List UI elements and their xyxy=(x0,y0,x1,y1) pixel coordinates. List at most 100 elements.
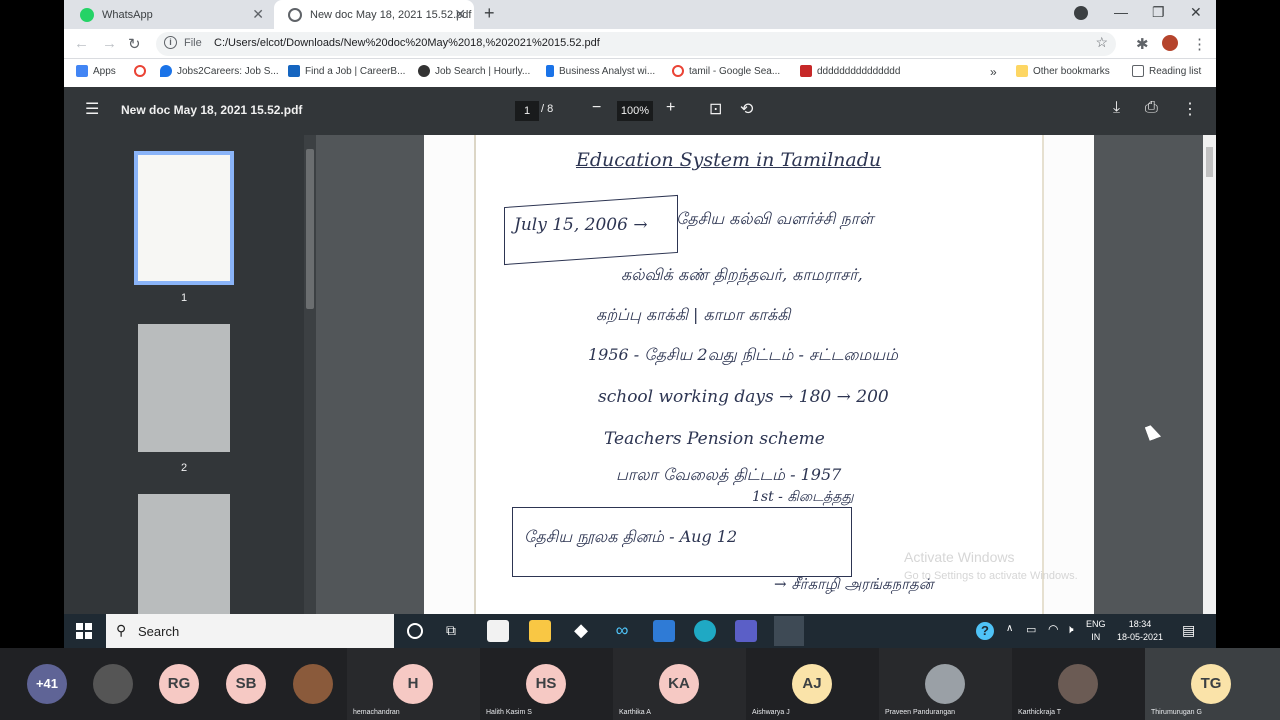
participant-tile[interactable]: KA Karthika A xyxy=(613,648,746,720)
close-window-button[interactable]: ✕ xyxy=(1190,4,1202,21)
clock[interactable]: 18:34 18-05-2021 xyxy=(1116,618,1164,644)
more-options-icon[interactable]: ⋮ xyxy=(1182,99,1198,119)
page-scrollbar[interactable] xyxy=(1203,135,1216,614)
doc-line: July 15, 2006 → xyxy=(514,215,648,235)
search-icon: ⚲ xyxy=(116,622,127,638)
whatsapp-icon xyxy=(80,7,94,22)
zoom-level[interactable]: 100% xyxy=(617,101,653,121)
close-tab-icon[interactable]: ✕ xyxy=(252,6,264,23)
zoom-out-icon[interactable]: − xyxy=(592,99,601,117)
scheme-label: File xyxy=(184,37,202,49)
taskbar-search[interactable]: ⚲ Search xyxy=(106,614,394,648)
participant-tile[interactable]: AJ Aishwarya J xyxy=(746,648,879,720)
bookmark-apps[interactable]: Apps xyxy=(76,65,116,77)
minimize-button[interactable]: — xyxy=(1114,4,1128,20)
more-bookmarks-chevron[interactable]: » xyxy=(990,65,997,79)
url-text[interactable]: C:/Users/elcot/Downloads/New%20doc%20May… xyxy=(214,37,600,49)
bookmark-item[interactable]: Job Search | Hourly... xyxy=(418,65,530,77)
bookmark-item[interactable]: Jobs2Careers: Job S... xyxy=(160,65,279,77)
avatar: AJ xyxy=(792,664,832,704)
new-tab-button[interactable]: + xyxy=(484,3,495,24)
task-view-icon[interactable]: ⧉ xyxy=(446,622,456,639)
tab-whatsapp[interactable]: WhatsApp ✕ xyxy=(66,0,272,29)
cortana-icon[interactable] xyxy=(407,623,423,639)
participant-tile[interactable]: HS Halith Kasim S xyxy=(480,648,613,720)
language-indicator[interactable]: ENG IN xyxy=(1086,618,1106,644)
participant-tile[interactable]: TG Thirumurugan G xyxy=(1145,648,1280,720)
back-icon[interactable]: ← xyxy=(74,35,89,52)
bookmark-item[interactable]: ddddddddddddddd xyxy=(800,65,900,77)
participant-name: Karthika A xyxy=(619,709,651,716)
bookmark-item[interactable]: tamil - Google Sea... xyxy=(672,65,780,77)
rotate-icon[interactable]: ⟲ xyxy=(740,99,753,119)
avatar[interactable]: RG xyxy=(159,664,199,704)
thumbnail-page-2[interactable] xyxy=(138,324,230,452)
file-explorer-icon[interactable] xyxy=(529,620,551,642)
participant-tile[interactable]: Karthickraja T xyxy=(1012,648,1145,720)
profile-menu-icon[interactable] xyxy=(1074,6,1088,20)
maximize-button[interactable]: ❐ xyxy=(1152,4,1165,21)
activate-windows-subtitle: Go to Settings to activate Windows. xyxy=(904,570,1078,582)
avatar[interactable] xyxy=(1162,35,1178,51)
store-icon[interactable] xyxy=(487,620,509,642)
print-icon[interactable]: ⎙ xyxy=(1145,99,1158,117)
bookmark-item[interactable] xyxy=(134,65,151,77)
bookmark-item[interactable]: Find a Job | CareerB... xyxy=(288,65,405,77)
lang-code: ENG xyxy=(1086,619,1106,629)
tab-label: WhatsApp xyxy=(102,8,153,21)
close-tab-icon[interactable]: ✕ xyxy=(454,6,466,23)
page-number-input[interactable]: 1 xyxy=(515,101,539,121)
omnibox[interactable]: i File C:/Users/elcot/Downloads/New%20do… xyxy=(156,32,1116,56)
fit-page-icon[interactable]: ⊡ xyxy=(709,99,722,119)
participant-tile[interactable]: H hemachandran xyxy=(347,648,480,720)
dropbox-icon[interactable]: ◆ xyxy=(570,620,592,642)
avatar: H xyxy=(393,664,433,704)
zoom-in-icon[interactable]: + xyxy=(666,99,675,117)
bookmark-label: Reading list xyxy=(1149,65,1202,77)
avatar[interactable] xyxy=(93,664,133,704)
participant-name: Aishwarya J xyxy=(752,709,790,716)
avatar xyxy=(925,664,965,704)
volume-icon[interactable]: 🕨 xyxy=(1066,622,1074,637)
folder-icon xyxy=(1016,65,1028,77)
tab-pdf[interactable]: New doc May 18, 2021 15.52.pdf ✕ xyxy=(274,0,474,29)
participant-tile[interactable]: Praveen Pandurangan xyxy=(879,648,1012,720)
tray-chevron-icon[interactable]: ∧ xyxy=(1006,623,1013,634)
doc-line: 1956 - தேசிய 2வது நிட்டம் - சட்டமையம் xyxy=(588,345,898,364)
menu-kebab-icon[interactable]: ⋮ xyxy=(1192,35,1207,53)
notification-icon[interactable]: ▤ xyxy=(1182,622,1195,639)
reading-list[interactable]: Reading list xyxy=(1132,65,1201,77)
mouse-cursor-icon xyxy=(1144,423,1162,441)
hamburger-menu-icon[interactable]: ☰ xyxy=(85,99,99,119)
info-icon[interactable]: i xyxy=(164,36,177,49)
bookmark-star-icon[interactable]: ☆ xyxy=(1095,34,1108,51)
edge-icon[interactable] xyxy=(694,620,716,642)
forward-icon[interactable]: → xyxy=(102,35,117,52)
infinity-icon[interactable]: ∞ xyxy=(611,620,633,642)
thumbnail-page-1[interactable] xyxy=(134,151,234,285)
extensions-icon[interactable]: ✱ xyxy=(1136,35,1149,53)
more-participants-count[interactable]: +41 xyxy=(27,664,67,704)
pdf-toolbar: ☰ New doc May 18, 2021 15.52.pdf 1 / 8 −… xyxy=(64,87,1216,135)
windows-start-icon[interactable] xyxy=(76,623,92,639)
avatar[interactable]: SB xyxy=(226,664,266,704)
chrome-icon[interactable] xyxy=(774,616,804,646)
clock-time: 18:34 xyxy=(1128,619,1152,629)
scroll-thumb[interactable] xyxy=(306,149,314,309)
thumbnail-page-3[interactable] xyxy=(138,494,230,614)
teams-icon[interactable] xyxy=(735,620,757,642)
thumbnail-sidebar: 1 2 xyxy=(64,135,316,614)
download-icon[interactable]: ⤓ xyxy=(1113,99,1120,117)
battery-icon[interactable]: ▭ xyxy=(1026,623,1036,636)
bookmark-item[interactable]: Business Analyst wi... xyxy=(546,65,655,77)
sidebar-scrollbar[interactable] xyxy=(304,135,316,614)
apps-grid-icon xyxy=(76,65,88,77)
bookmark-label: Find a Job | CareerB... xyxy=(305,65,406,77)
other-bookmarks[interactable]: Other bookmarks xyxy=(1016,65,1110,77)
reload-icon[interactable]: ↻ xyxy=(128,35,141,53)
avatar[interactable] xyxy=(293,664,333,704)
mail-icon[interactable] xyxy=(653,620,675,642)
scroll-thumb[interactable] xyxy=(1206,147,1213,177)
help-icon[interactable]: ? xyxy=(976,622,994,640)
wifi-icon[interactable]: ◠ xyxy=(1048,622,1058,636)
